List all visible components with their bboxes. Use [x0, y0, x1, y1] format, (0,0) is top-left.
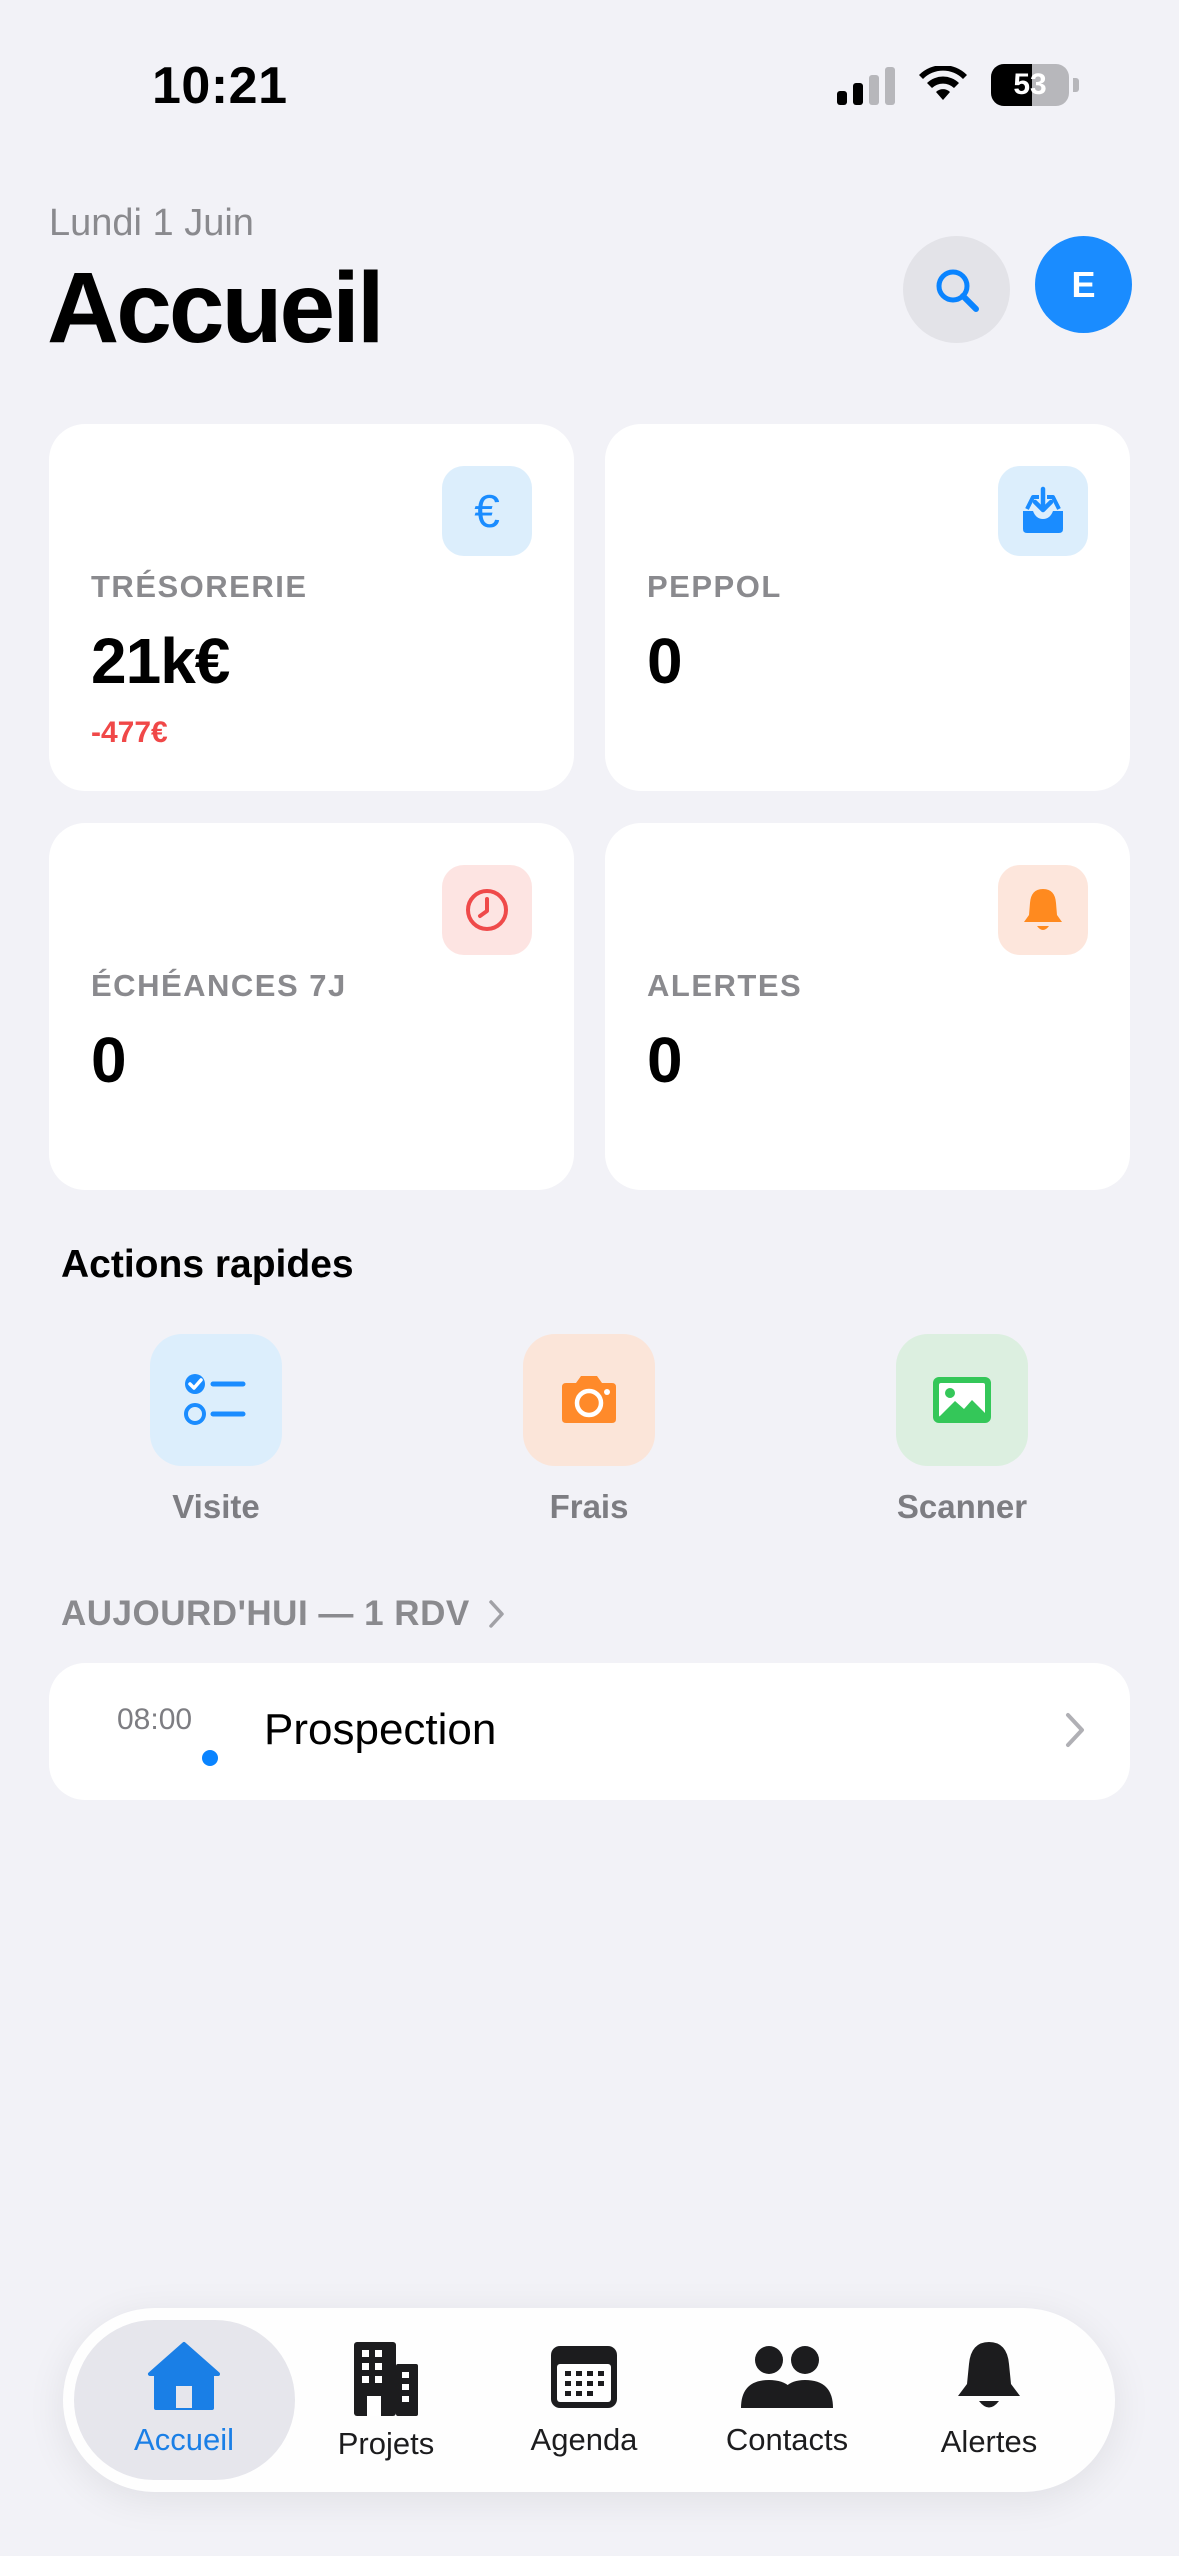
status-icons: 53 — [837, 64, 1079, 106]
tab-label: Projets — [337, 2426, 435, 2461]
card-alertes[interactable]: ALERTES 0 — [605, 823, 1130, 1190]
quick-action-visite[interactable]: Visite — [116, 1334, 316, 1526]
event-title: Prospection — [264, 1705, 497, 1754]
quick-action-label: Visite — [172, 1488, 260, 1525]
search-button[interactable] — [903, 236, 1010, 343]
tab-agenda[interactable]: Agenda — [494, 2338, 674, 2458]
card-value: 0 — [647, 1024, 683, 1096]
battery-icon: 53 — [991, 64, 1069, 106]
chevron-right-icon — [1066, 1713, 1084, 1747]
event-row[interactable]: 08:00 Prospection — [49, 1663, 1130, 1800]
card-value: 0 — [91, 1024, 127, 1096]
tab-label: Alertes — [940, 2424, 1038, 2459]
tab-projets[interactable]: Projets — [296, 2338, 476, 2462]
quick-action-frais[interactable]: Frais — [489, 1334, 689, 1526]
building-icon — [354, 2342, 418, 2416]
tab-alertes[interactable]: Alertes — [899, 2338, 1079, 2460]
battery-cap — [1073, 78, 1079, 92]
quick-action-label: Scanner — [896, 1488, 1028, 1525]
card-label: TRÉSORERIE — [91, 569, 308, 604]
inbox-download-icon — [998, 466, 1088, 556]
checklist-icon — [150, 1334, 282, 1466]
home-icon — [148, 2342, 220, 2410]
quick-action-label: Frais — [549, 1488, 629, 1525]
wifi-icon — [919, 66, 967, 100]
search-icon — [936, 269, 979, 312]
card-delta: -477€ — [91, 716, 168, 749]
card-peppol[interactable]: PEPPOL 0 — [605, 424, 1130, 791]
page-title: Accueil — [47, 252, 385, 364]
quick-actions-title: Actions rapides — [61, 1243, 354, 1286]
card-label: ALERTES — [647, 968, 803, 1003]
clock-icon — [442, 865, 532, 955]
card-label: PEPPOL — [647, 569, 782, 604]
card-label: ÉCHÉANCES 7J — [91, 968, 347, 1003]
status-time: 10:21 — [152, 57, 288, 115]
status-bar: 10:21 53 — [0, 0, 1179, 175]
people-icon — [741, 2346, 833, 2408]
quick-action-scanner[interactable]: Scanner — [862, 1334, 1062, 1526]
date-label: Lundi 1 Juin — [49, 202, 254, 244]
camera-icon — [523, 1334, 655, 1466]
cellular-signal-icon — [837, 65, 895, 105]
today-section-header[interactable]: AUJOURD'HUI — 1 RDV — [61, 1594, 506, 1634]
card-value: 0 — [647, 625, 683, 697]
card-echeances[interactable]: ÉCHÉANCES 7J 0 — [49, 823, 574, 1190]
tab-label: Accueil — [134, 2422, 234, 2457]
bell-icon — [998, 865, 1088, 955]
tab-label: Agenda — [530, 2422, 638, 2457]
event-dot — [202, 1750, 218, 1766]
avatar-initial: E — [1071, 263, 1096, 305]
chevron-right-icon — [488, 1600, 504, 1628]
tab-accueil[interactable]: Accueil — [94, 2338, 274, 2458]
tab-label: Contacts — [725, 2422, 849, 2457]
avatar[interactable]: E — [1035, 236, 1132, 333]
card-tresorerie[interactable]: € TRÉSORERIE 21k€ -477€ — [49, 424, 574, 791]
event-time: 08:00 — [117, 1703, 193, 1736]
card-value: 21k€ — [91, 625, 230, 697]
euro-icon: € — [442, 466, 532, 556]
today-heading: AUJOURD'HUI — 1 RDV — [61, 1594, 470, 1633]
battery-level: 53 — [1013, 68, 1047, 101]
calendar-icon — [551, 2346, 617, 2408]
tab-contacts[interactable]: Contacts — [697, 2338, 877, 2458]
tab-bar: Accueil Projets Agenda Contacts Alertes — [63, 2308, 1115, 2492]
photo-icon — [896, 1334, 1028, 1466]
bell-icon — [958, 2342, 1020, 2408]
